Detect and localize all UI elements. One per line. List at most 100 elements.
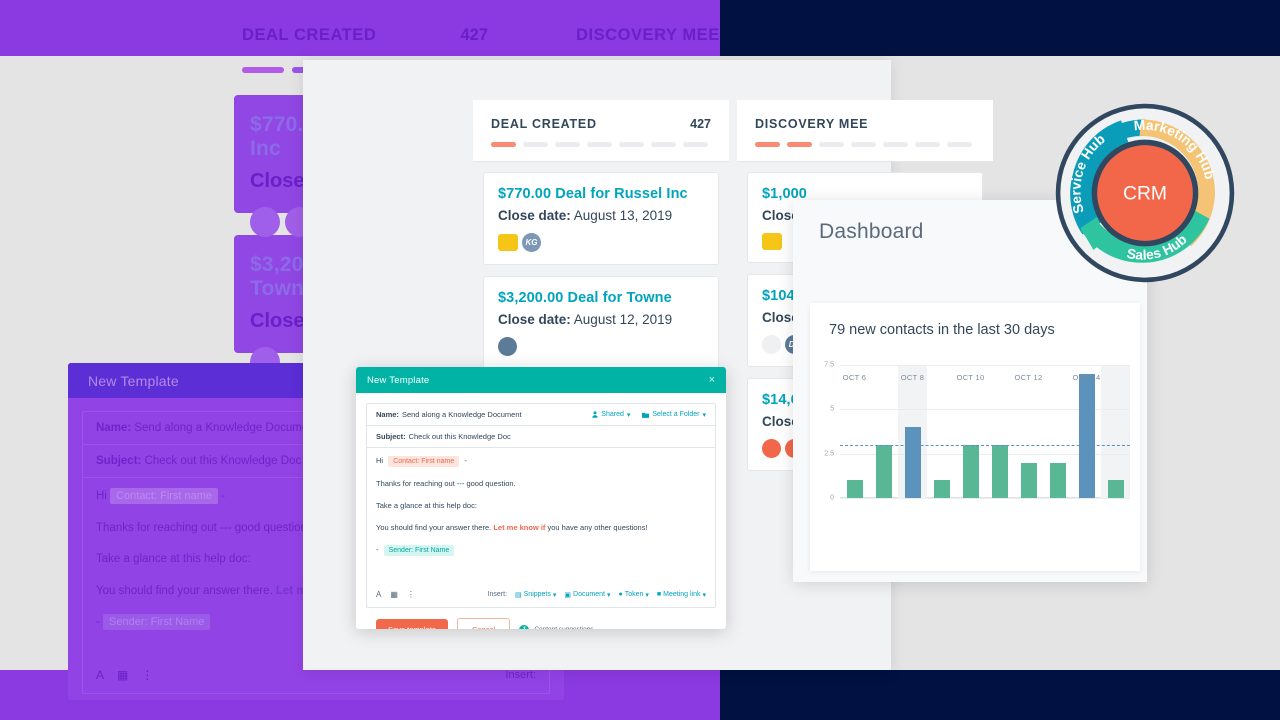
cancel-button[interactable]: Cancel [456,618,511,629]
column-title-row: DISCOVERY MEE [755,117,975,131]
insert-meeting-link-button[interactable]: ■ Meeting link ▾ [657,591,706,599]
snippet-icon: ▤ [515,591,522,599]
insert-label: Insert: [487,591,508,598]
subject-input[interactable]: Check out this Knowledge Doc [409,432,511,441]
x-axis-tick-label: OCT 6 [842,373,867,382]
attachment-icon[interactable]: ⋮ [407,590,415,599]
insert-token-button[interactable]: ● Token ▾ [618,591,648,599]
body-line-3: You should find your answer there. Let m… [376,523,706,532]
name-row: Name: Send along a Knowledge Document Sh… [367,404,715,426]
insert-snippets-label: Snippets [523,591,551,598]
chart-bar[interactable] [904,427,921,498]
subject-row: Subject: Check out this Knowledge Doc [367,426,715,448]
column-progress-dashes [755,142,975,147]
insert-tools: Insert: ▤ Snippets ▾ ▣ Document ▾ ● Toke… [488,591,706,599]
deal-card[interactable]: $770.00 Deal for Russel Inc Close date: … [483,172,719,265]
close-date-value: August 13, 2019 [573,208,673,223]
chart-bar[interactable] [1078,373,1095,498]
shared-dropdown[interactable]: Shared ▾ [592,411,630,419]
format-tools: A ▦ ⋮ [376,590,415,599]
chart-gridline [840,365,1130,366]
avatar-row [498,337,704,356]
column-title-row: DEAL CREATED 427 [491,117,711,131]
bar-chart-plot: 0 2.5 5 7.5 OCT 6 OCT 8 OCT 10 OCT 12 OCT 14 [824,362,1130,502]
shared-label: Shared [601,411,624,418]
crm-hub-wheel: CRM Service Hub Marketing Hub Sales Hub [1055,103,1235,283]
body-3-pre: You should find your answer there. [376,523,492,533]
x-axis-tick-label: OCT 10 [956,373,985,382]
chart-bar[interactable] [991,444,1008,498]
deal-close-date: Close date: August 12, 2019 [498,312,704,327]
chevron-down-icon: ▾ [702,411,706,419]
deal-card[interactable]: $3,200.00 Deal for Towne Close date: Aug… [483,276,719,369]
folder-label: Select a Folder [652,411,700,418]
chart-bar[interactable] [875,444,892,498]
font-color-icon: A [96,668,105,682]
background-modal-title: New Template [88,372,179,389]
greeting-tail: - [464,456,467,465]
sender-first-name-token[interactable]: Sender: First Name [383,545,455,557]
insert-document-label: Document [573,591,605,598]
modal-title: New Template [367,374,430,386]
background-format-tools: A ▦ ⋮ [96,668,153,682]
template-editor-panel: Name: Send along a Knowledge Document Sh… [366,403,716,608]
subject-label: Subject: [376,432,406,441]
column-header: DEAL CREATED 427 [473,100,729,162]
modal-header: New Template × [356,367,726,393]
background-name-label: Name: [96,422,132,434]
chart-bar[interactable] [962,444,979,498]
background-sender-token: Sender: First Name [103,613,211,630]
background-signoff-dash: - [96,615,100,628]
avatar: KG [522,233,541,252]
modal-footer: Save template Cancel 1 Content suggestio… [366,608,716,629]
background-modal-footer: Save template Cancel 1 Content suggestio… [82,694,550,700]
font-color-icon[interactable]: A [376,590,381,599]
chart-bar[interactable] [1107,480,1124,498]
calendar-icon: ■ [656,591,662,598]
editor-toolbar: A ▦ ⋮ Insert: ▤ Snippets ▾ ▣ Document ▾ [367,583,715,607]
y-axis-tick-label: 2.5 [824,450,834,458]
save-template-button[interactable]: Save template [376,619,448,629]
chart-bar[interactable] [1049,462,1066,498]
background-greeting-tail: - [221,490,226,502]
new-template-modal: New Template × Name: Send along a Knowle… [356,367,726,629]
close-icon[interactable]: × [709,374,715,386]
chevron-down-icon: ▾ [626,411,631,419]
contacts-chart-card: 79 new contacts in the last 30 days 0 2.5… [810,303,1140,571]
background-column-title: DEAL CREATED [242,26,377,44]
body-3-post: you have any other questions! [547,523,648,533]
name-input[interactable]: Send along a Knowledge Document [402,410,522,419]
contact-first-name-token[interactable]: Contact: First name [388,456,460,467]
document-icon: ▣ [564,591,572,599]
chart-average-line [840,444,1130,446]
column-cards: $770.00 Deal for Russel Inc Close date: … [473,162,729,369]
close-date-label: Close date: [498,208,571,223]
background-column-count: 427 [460,26,488,44]
body-3-link[interactable]: Let me know if [493,523,545,532]
insert-document-button[interactable]: ▣ Document ▾ [564,591,610,599]
close-date-label: Close date: [498,312,571,327]
chart-bar[interactable] [1020,462,1037,498]
content-suggestions[interactable]: 1 Content suggestions [519,624,594,629]
name-label: Name: [376,410,399,419]
rich-text-editor[interactable]: Hi Contact: First name - Thanks for reac… [367,448,715,583]
avatar [498,337,517,356]
deal-close-date: Close date: August 13, 2019 [498,208,704,223]
image-icon[interactable]: ▦ [390,590,398,599]
chart-bar[interactable] [846,480,863,498]
chart-gridline [840,498,1130,499]
logo-badge-icon [498,234,518,251]
column-count: 427 [690,117,711,131]
chevron-down-icon: ▾ [702,591,706,599]
x-axis-tick-label: OCT 14 [1072,373,1101,382]
x-axis-tick-label: OCT 12 [1014,373,1043,382]
chart-bar[interactable] [933,480,950,498]
folder-dropdown[interactable]: Select a Folder ▾ [642,411,706,419]
insert-snippets-button[interactable]: ▤ Snippets ▾ [515,591,556,599]
column-title: DEAL CREATED [491,117,597,131]
signoff-line: - Sender: First Name [376,545,706,557]
insert-meeting-link-label: Meeting link [663,591,701,598]
chevron-down-icon: ▾ [552,591,557,599]
background-column-discovery: DISCOVERY MEE [568,14,720,45]
background-name-value: Send along a Knowledge Document [134,422,318,434]
